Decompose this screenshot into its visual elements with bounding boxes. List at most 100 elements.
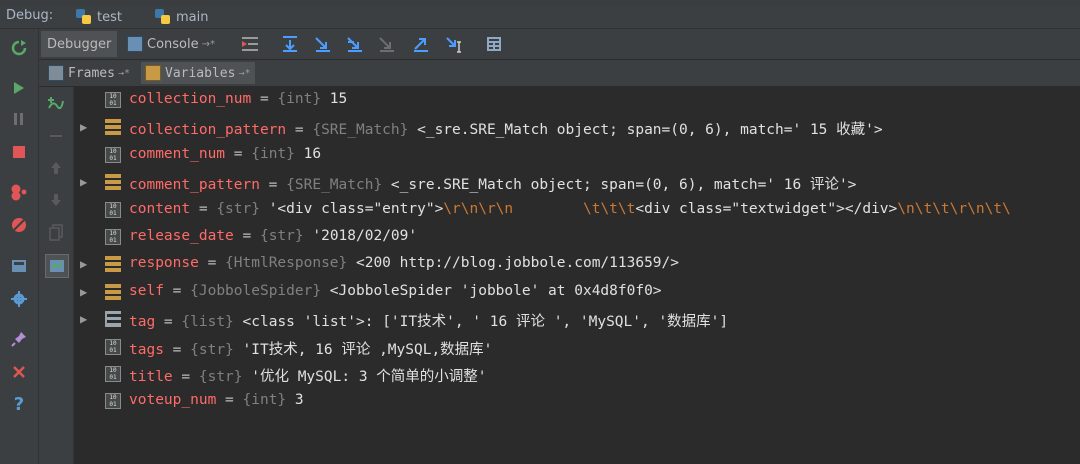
variable-text: collection_pattern = {SRE_Match} <_sre.S… [129, 118, 883, 139]
stop-icon[interactable] [8, 141, 30, 163]
settings-gear-icon[interactable] [8, 288, 30, 310]
pin-icon[interactable] [8, 328, 30, 350]
expand-arrow-icon[interactable]: ▶ [80, 285, 87, 299]
tab-console-pin: →* [201, 38, 215, 50]
equals-sign: = [259, 177, 287, 194]
expand-arrow-icon[interactable]: ▶ [80, 257, 87, 271]
expand-arrow-icon[interactable]: ▶ [80, 312, 87, 326]
variable-row-response[interactable]: ▶ response = {HtmlResponse} <200 http://b… [74, 251, 1080, 278]
debugger-subtab-row: Frames →* Variables →* [39, 60, 1080, 87]
variable-row-tags[interactable]: 10 01 tags = {str} 'IT技术, 16 评论 ,MySQL,数据… [74, 334, 1080, 361]
variable-type: {int} [242, 392, 287, 409]
variable-value: '<div class="entry"> [259, 200, 444, 217]
variable-text: release_date = {str} '2018/02/09' [129, 228, 417, 244]
variable-name: content [129, 200, 191, 217]
variable-type: {str} [216, 200, 260, 217]
equals-sign: = [190, 200, 217, 217]
force-step-into-icon[interactable] [377, 34, 397, 54]
variable-row-title[interactable]: 10 01 title = {str} '优化 MySQL: 3 个简单的小调整' [74, 361, 1080, 388]
variable-value: <200 http://blog.jobbole.com/113659/> [347, 255, 679, 272]
variable-text: voteup_num = {int} 3 [129, 392, 304, 408]
variable-text: title = {str} '优化 MySQL: 3 个简单的小调整' [129, 365, 487, 386]
tab-frames[interactable]: Frames →* [44, 62, 134, 84]
equals-sign: = [163, 341, 191, 358]
variable-name: tag [129, 314, 156, 331]
debug-label: Debug: [6, 8, 54, 23]
variable-type: {JobboleSpider} [190, 282, 322, 299]
variable-row-collection_pattern[interactable]: ▶ collection_pattern = {SRE_Match} <_sre.… [74, 114, 1080, 141]
variable-name: response [129, 255, 199, 272]
variable-row-self[interactable]: ▶ self = {JobboleSpider} <JobboleSpider '… [74, 279, 1080, 306]
equals-sign: = [251, 91, 278, 107]
variable-text: comment_num = {int} 16 [129, 146, 321, 162]
expand-arrow-icon[interactable]: ▶ [80, 120, 87, 134]
mute-breakpoints-icon[interactable] [8, 214, 30, 236]
step-into-icon[interactable] [313, 34, 333, 54]
debug-title-bar: Debug: test main [0, 6, 1080, 29]
variable-row-comment_num[interactable]: 10 01 comment_num = {int} 16 [74, 142, 1080, 169]
object-value-icon [105, 256, 121, 273]
frames-icon [48, 65, 64, 81]
variable-value: 'IT技术, 16 评论 ,MySQL,数据库' [233, 341, 493, 358]
variable-type: {str} [190, 341, 234, 358]
help-icon[interactable]: ? [8, 393, 30, 415]
expand-arrow-icon[interactable]: ▶ [80, 175, 87, 189]
debugger-tab-row: Debugger Console →* [39, 29, 1080, 60]
move-up-icon[interactable] [45, 157, 67, 179]
run-to-cursor-icon[interactable] [444, 34, 464, 54]
show-values-inline-icon[interactable] [45, 254, 69, 278]
move-down-icon[interactable] [45, 189, 67, 211]
variable-type: {HtmlResponse} [225, 255, 348, 272]
variable-value: <class 'list'>: ['IT技术', ' 16 评论 ', 'MyS… [233, 314, 729, 331]
python-icon [76, 9, 92, 25]
tab-console-label: Console [147, 36, 199, 52]
variable-type: {int} [277, 91, 322, 107]
debug-tab-label: main [176, 9, 209, 25]
variable-text: self = {JobboleSpider} <JobboleSpider 'j… [129, 283, 662, 299]
debug-tab-main[interactable]: main [155, 7, 208, 27]
escape-sequence: \r\n\r\n [443, 200, 514, 217]
variable-value: <_sre.SRE_Match object; span=(0, 6), mat… [382, 177, 857, 194]
pause-icon[interactable] [8, 108, 30, 130]
variable-row-comment_pattern[interactable]: ▶ comment_pattern = {SRE_Match} <_sre.SRE… [74, 169, 1080, 196]
step-into-my-code-icon[interactable] [345, 34, 365, 54]
variable-name: release_date [129, 228, 234, 244]
view-breakpoints-icon[interactable] [8, 181, 30, 203]
show-execution-point-icon[interactable] [240, 34, 260, 54]
tab-variables[interactable]: Variables →* [141, 62, 255, 84]
equals-sign: = [216, 392, 243, 409]
layout-icon[interactable] [8, 255, 30, 277]
debug-tab-test[interactable]: test [76, 7, 122, 27]
variable-row-voteup_num[interactable]: 10 01 voteup_num = {int} 3 [74, 388, 1080, 415]
tab-debugger[interactable]: Debugger [41, 31, 118, 57]
equals-sign: = [225, 145, 252, 162]
equals-sign: = [233, 228, 260, 244]
variable-value [513, 201, 583, 217]
equals-sign: = [286, 122, 313, 139]
variable-name: title [129, 369, 173, 385]
evaluate-expression-icon[interactable] [484, 34, 504, 54]
variable-row-release_date[interactable]: 10 01 release_date = {str} '2018/02/09' [74, 224, 1080, 251]
copy-icon[interactable] [45, 222, 67, 244]
variables-list: 10 01 collection_num = {int} 15 ▶ collectio… [74, 87, 1080, 464]
primitive-value-icon: 10 01 [105, 146, 121, 163]
close-icon[interactable] [8, 361, 30, 383]
tab-console[interactable]: Console →* [121, 31, 221, 57]
variable-value: 3 [286, 392, 304, 409]
variable-text: content = {str} '<div class="entry">\r\n… [129, 201, 1011, 217]
step-out-icon[interactable] [411, 34, 431, 54]
primitive-value-icon: 10 01 [105, 92, 121, 108]
resume-icon[interactable] [8, 77, 30, 99]
rerun-icon[interactable] [8, 37, 30, 59]
new-watch-icon[interactable] [45, 93, 67, 115]
left-debug-toolbar: ? [0, 29, 39, 464]
list-value-icon [105, 311, 121, 328]
remove-watch-icon[interactable] [45, 125, 67, 147]
escape-sequence: \n\t\t\r\n\t\ [897, 200, 1011, 217]
step-over-icon[interactable] [280, 34, 300, 54]
variable-row-collection_num[interactable]: 10 01 collection_num = {int} 15 [74, 87, 1080, 114]
variable-row-content[interactable]: 10 01 content = {str} '<div class="entry"… [74, 197, 1080, 224]
variable-text: tags = {str} 'IT技术, 16 评论 ,MySQL,数据库' [129, 338, 492, 359]
object-value-icon [105, 119, 121, 136]
variable-row-tag[interactable]: ▶ tag = {list} <class 'list'>: ['IT技术', '… [74, 306, 1080, 333]
